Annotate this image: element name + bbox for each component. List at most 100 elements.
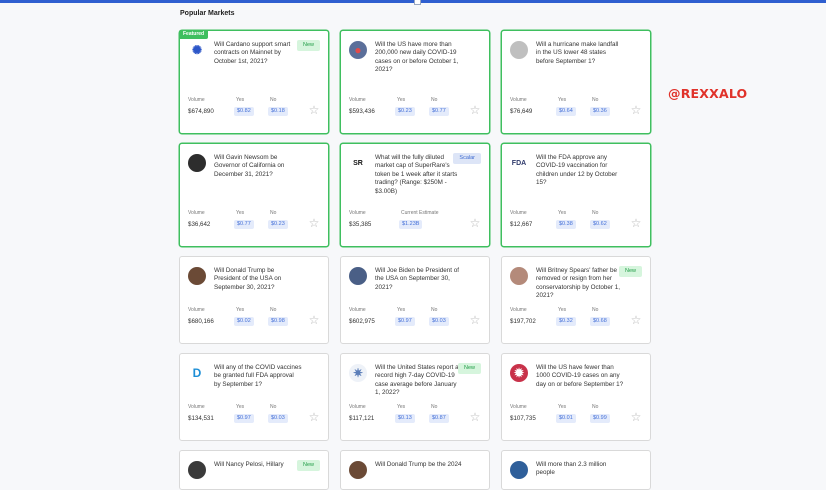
market-question[interactable]: Will a hurricane make landfall in the US… (536, 41, 624, 66)
covid-globe-icon (510, 461, 528, 479)
market-card[interactable]: Will Joe Biden be President of the USA o… (340, 256, 490, 344)
estimate-value[interactable]: $1.23B (399, 220, 423, 229)
volume-label: Volume (188, 307, 205, 313)
market-card[interactable]: ✹ Will the US have fewer than 1000 COVID-… (501, 353, 651, 441)
volume-label: Volume (349, 404, 366, 410)
market-stats: Volume $76,649 Yes $0.64 No $0.36 ☆ (510, 97, 642, 123)
market-stats: Volume $117,121 Yes $0.13 No $0.87 ☆ (349, 404, 481, 430)
watchlist-star-icon[interactable]: ☆ (308, 217, 320, 229)
yes-label: Yes (236, 404, 245, 410)
yes-price[interactable]: $0.13 (395, 414, 415, 423)
covid-chart-icon: ✷ (349, 364, 367, 382)
no-price[interactable]: $0.98 (268, 317, 288, 326)
no-price[interactable]: $0.87 (429, 414, 449, 423)
market-card[interactable]: Will Nancy Pelosi, Hillary New (179, 450, 329, 490)
yes-price[interactable]: $0.32 (556, 317, 576, 326)
market-card[interactable]: Will a hurricane make landfall in the US… (501, 30, 651, 134)
joe-biden-avatar-icon (349, 267, 367, 285)
market-question[interactable]: Will Joe Biden be President of the USA o… (375, 267, 463, 292)
no-price[interactable]: $0.99 (590, 414, 610, 423)
volume-value: $117,121 (349, 415, 375, 422)
market-card[interactable]: Will Donald Trump be President of the US… (179, 256, 329, 344)
market-type-badge: New (296, 460, 320, 471)
market-card[interactable]: ● Will the US have more than 200,000 new … (340, 30, 490, 134)
donald-trump-avatar-icon (349, 461, 367, 479)
watchlist-star-icon[interactable]: ☆ (469, 411, 481, 423)
market-card[interactable]: D Will any of the COVID vaccines be grant… (179, 353, 329, 441)
yes-price[interactable]: $0.97 (395, 317, 415, 326)
watchlist-star-icon[interactable]: ☆ (630, 217, 642, 229)
no-label: No (431, 404, 438, 410)
no-price[interactable]: $0.03 (268, 414, 288, 423)
market-card[interactable]: SR What will the fully diluted market cap… (340, 143, 490, 247)
no-label: No (270, 307, 277, 313)
watchlist-star-icon[interactable]: ☆ (308, 104, 320, 116)
market-card[interactable]: Featured ✺ Will Cardano support smart cont… (179, 30, 329, 134)
yes-label: Yes (236, 307, 245, 313)
yes-price[interactable]: $0.97 (234, 414, 254, 423)
yes-price[interactable]: $0.02 (234, 317, 254, 326)
market-stats: Volume $12,667 Yes $0.38 No $0.62 ☆ (510, 210, 642, 236)
no-price[interactable]: $0.68 (590, 317, 610, 326)
watchlist-star-icon[interactable]: ☆ (630, 411, 642, 423)
market-card[interactable]: Will more than 2.3 million people (501, 450, 651, 490)
market-question[interactable]: Will the US have more than 200,000 new d… (375, 41, 463, 75)
watchlist-star-icon[interactable]: ☆ (469, 104, 481, 116)
yes-label: Yes (236, 97, 245, 103)
volume-value: $602,975 (349, 318, 375, 325)
watchlist-star-icon[interactable]: ☆ (630, 314, 642, 326)
no-price[interactable]: $0.36 (590, 107, 610, 116)
no-price[interactable]: $0.18 (268, 107, 288, 116)
hurricane-icon (510, 41, 528, 59)
watchlist-star-icon[interactable]: ☆ (308, 314, 320, 326)
yes-label: Yes (558, 307, 567, 313)
market-question[interactable]: Will the FDA approve any COVID-19 vaccin… (536, 154, 624, 188)
market-question[interactable]: Will the US have fewer than 1000 COVID-1… (536, 364, 624, 389)
market-question[interactable]: Will Donald Trump be President of the US… (214, 267, 302, 292)
market-question[interactable]: Will the United States report a record h… (375, 364, 463, 398)
volume-value: $35,385 (349, 221, 372, 228)
yes-price[interactable]: $0.82 (234, 107, 254, 116)
no-price[interactable]: $0.23 (268, 220, 288, 229)
volume-label: Volume (510, 404, 527, 410)
market-question[interactable]: Will Cardano support smart contracts on … (214, 41, 302, 66)
market-question[interactable]: Will Gavin Newsom be Governor of Califor… (214, 154, 302, 179)
market-card[interactable]: FDA Will the FDA approve any COVID-19 vac… (501, 143, 651, 247)
watchlist-star-icon[interactable]: ☆ (630, 104, 642, 116)
yes-label: Yes (397, 97, 406, 103)
yes-price[interactable]: $0.23 (395, 107, 415, 116)
market-stats: Volume $107,735 Yes $0.01 No $0.99 ☆ (510, 404, 642, 430)
watchlist-star-icon[interactable]: ☆ (469, 217, 481, 229)
market-question[interactable]: Will Nancy Pelosi, Hillary (214, 461, 302, 469)
yes-price[interactable]: $0.64 (556, 107, 576, 116)
yes-price[interactable]: $0.77 (234, 220, 254, 229)
yes-price[interactable]: $0.38 (556, 220, 576, 229)
market-question[interactable]: Will more than 2.3 million people (536, 461, 624, 478)
market-question[interactable]: Will Britney Spears' father be removed o… (536, 267, 624, 301)
market-question[interactable]: What will the fully diluted market cap o… (375, 154, 463, 196)
avatar-glyph: FDA (511, 159, 527, 167)
no-price[interactable]: $0.03 (429, 317, 449, 326)
market-card[interactable]: Will Britney Spears' father be removed o… (501, 256, 651, 344)
no-price[interactable]: $0.62 (590, 220, 610, 229)
no-label: No (270, 97, 277, 103)
yes-label: Yes (558, 210, 567, 216)
no-price[interactable]: $0.77 (429, 107, 449, 116)
market-card[interactable]: Will Donald Trump be the 2024 (340, 450, 490, 490)
market-type-badge: New (296, 40, 320, 51)
window-handle[interactable] (414, 0, 421, 5)
volume-value: $197,702 (510, 318, 536, 325)
market-question[interactable]: Will Donald Trump be the 2024 (375, 461, 463, 469)
market-card[interactable]: ✷ Will the United States report a record … (340, 353, 490, 441)
yes-price[interactable]: $0.01 (556, 414, 576, 423)
market-card[interactable]: Will Gavin Newsom be Governor of Califor… (179, 143, 329, 247)
avatar-glyph: ✺ (191, 43, 203, 57)
volume-label: Volume (510, 210, 527, 216)
watchlist-star-icon[interactable]: ☆ (308, 411, 320, 423)
covid-virus-icon: ● (349, 41, 367, 59)
market-stats: Volume $674,890 Yes $0.82 No $0.18 ☆ (188, 97, 320, 123)
yes-label: Yes (397, 404, 406, 410)
watchlist-star-icon[interactable]: ☆ (469, 314, 481, 326)
market-question[interactable]: Will any of the COVID vaccines be grante… (214, 364, 302, 389)
volume-value: $680,166 (188, 318, 214, 325)
